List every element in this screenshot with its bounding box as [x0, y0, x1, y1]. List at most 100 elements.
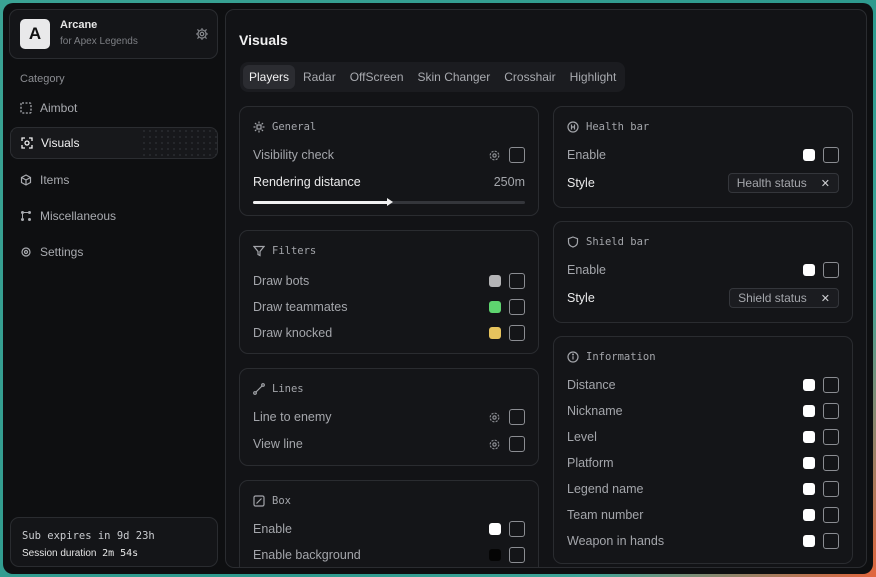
close-icon[interactable]: ✕ — [821, 292, 830, 305]
row-label: Draw teammates — [253, 300, 348, 314]
rendering-distance-slider[interactable] — [253, 198, 525, 206]
subscription-card: Sub expires in 9d 23h Session duration 2… — [10, 517, 218, 567]
card-header: Health bar — [567, 121, 649, 133]
draw-knocked-checkbox[interactable] — [509, 325, 525, 341]
box-card: Box Enable Enable background — [239, 480, 539, 567]
color-swatch[interactable] — [803, 535, 815, 547]
row-label: Visibility check — [253, 148, 335, 162]
row-label: Enable background — [253, 548, 361, 562]
box-icon — [253, 495, 265, 507]
box-enable-row: Enable — [253, 519, 525, 539]
app-window: A Arcane for Apex Legends Category Aimbo… — [3, 3, 873, 574]
sidebar-item-settings[interactable]: Settings — [10, 236, 218, 268]
tab-highlight[interactable]: Highlight — [564, 65, 623, 89]
color-swatch[interactable] — [803, 264, 815, 276]
sidebar-item-label: Miscellaneous — [40, 209, 117, 223]
color-swatch[interactable] — [489, 275, 501, 287]
box-background-checkbox[interactable] — [509, 547, 525, 563]
info-checkbox[interactable] — [823, 481, 839, 497]
color-swatch[interactable] — [803, 483, 815, 495]
eye-scan-icon — [21, 137, 33, 149]
row-label: Legend name — [567, 482, 644, 496]
info-weapon-row: Weapon in hands — [567, 531, 839, 551]
row-label: Style — [567, 176, 595, 190]
row-label: Nickname — [567, 404, 623, 418]
shield-enable-checkbox[interactable] — [823, 262, 839, 278]
info-checkbox[interactable] — [823, 403, 839, 419]
health-style-select[interactable]: Health status ✕ — [727, 173, 839, 193]
slider-thumb[interactable] — [387, 198, 393, 206]
card-header: Lines — [253, 383, 304, 395]
draw-teammates-row: Draw teammates — [253, 297, 525, 317]
card-title: Filters — [272, 245, 317, 257]
card-title: General — [272, 121, 317, 133]
color-swatch[interactable] — [803, 509, 815, 521]
health-enable-row: Enable — [567, 145, 839, 165]
sidebar-item-label: Aimbot — [40, 101, 78, 115]
info-checkbox[interactable] — [823, 533, 839, 549]
sidebar-item-aimbot[interactable]: Aimbot — [10, 92, 218, 124]
info-checkbox[interactable] — [823, 507, 839, 523]
tab-bar: Players Radar OffScreen Skin Changer Cro… — [240, 62, 626, 92]
selected-value: Health status — [736, 176, 807, 190]
info-level-row: Level — [567, 427, 839, 447]
gear-icon[interactable] — [488, 149, 501, 162]
box-enable-checkbox[interactable] — [509, 521, 525, 537]
view-line-checkbox[interactable] — [509, 436, 525, 452]
info-team-number-row: Team number — [567, 505, 839, 525]
session-value: 2m 54s — [102, 548, 139, 559]
line-icon — [253, 383, 265, 395]
app-title: Arcane — [60, 19, 98, 31]
gear-icon[interactable] — [488, 438, 501, 451]
card-header: Filters — [253, 245, 316, 257]
health-bar-card: Health bar Enable Style Health status ✕ — [553, 106, 853, 208]
tab-crosshair[interactable]: Crosshair — [498, 65, 561, 89]
color-swatch[interactable] — [803, 457, 815, 469]
health-enable-checkbox[interactable] — [823, 147, 839, 163]
draw-teammates-checkbox[interactable] — [509, 299, 525, 315]
color-swatch[interactable] — [803, 431, 815, 443]
subscription-expiry: Sub expires in 9d 23h — [22, 530, 155, 542]
shield-bar-card: Shield bar Enable Style Shield status ✕ — [553, 221, 853, 323]
info-checkbox[interactable] — [823, 455, 839, 471]
card-title: Information — [586, 351, 656, 363]
info-checkbox[interactable] — [823, 377, 839, 393]
session-duration: Session duration 2m 54s — [22, 548, 138, 559]
page-title: Visuals — [239, 32, 288, 48]
color-swatch[interactable] — [489, 549, 501, 561]
cube-icon — [20, 174, 32, 186]
row-label: Draw bots — [253, 274, 310, 288]
tab-offscreen[interactable]: OffScreen — [344, 65, 410, 89]
sidebar-item-miscellaneous[interactable]: Miscellaneous — [10, 200, 218, 232]
color-swatch[interactable] — [489, 523, 501, 535]
tab-players[interactable]: Players — [243, 65, 296, 89]
color-swatch[interactable] — [803, 405, 815, 417]
info-checkbox[interactable] — [823, 429, 839, 445]
sidebar-item-items[interactable]: Items — [10, 164, 218, 196]
sidebar-item-label: Items — [40, 173, 70, 187]
gear-icon[interactable] — [195, 27, 209, 41]
gear-icon[interactable] — [488, 411, 501, 424]
color-swatch[interactable] — [489, 301, 501, 313]
close-icon[interactable]: ✕ — [821, 177, 830, 190]
tab-skin-changer[interactable]: Skin Changer — [412, 65, 497, 89]
draw-bots-checkbox[interactable] — [509, 273, 525, 289]
color-swatch[interactable] — [803, 149, 815, 161]
line-to-enemy-checkbox[interactable] — [509, 409, 525, 425]
line-to-enemy-row: Line to enemy — [253, 407, 525, 427]
shield-style-select[interactable]: Shield status ✕ — [729, 288, 839, 308]
crosshair-dashed-icon — [20, 102, 32, 114]
category-label: Category — [20, 73, 65, 85]
app-logo: A — [20, 19, 50, 49]
color-swatch[interactable] — [489, 327, 501, 339]
draw-knocked-row: Draw knocked — [253, 323, 525, 343]
visibility-check-checkbox[interactable] — [509, 147, 525, 163]
tab-radar[interactable]: Radar — [297, 65, 342, 89]
sidebar-item-visuals[interactable]: Visuals — [10, 127, 218, 159]
row-label: Rendering distance — [253, 175, 361, 189]
health-style-row: Style Health status ✕ — [567, 173, 839, 193]
row-label: Level — [567, 430, 597, 444]
color-swatch[interactable] — [803, 379, 815, 391]
filters-card: Filters Draw bots Draw teammates Draw kn… — [239, 230, 539, 354]
sun-icon — [253, 121, 265, 133]
